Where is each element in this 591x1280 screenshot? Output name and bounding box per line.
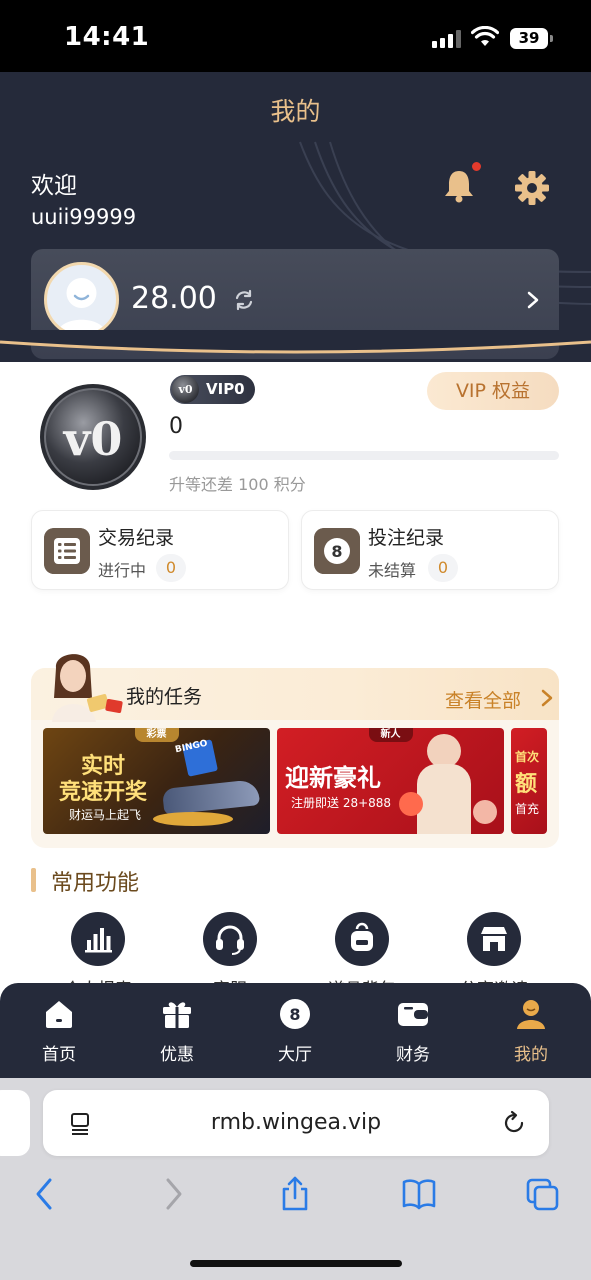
balance-amount: 28.00 <box>131 281 217 316</box>
vip-badge-label: VIP0 <box>206 380 245 398</box>
user-icon <box>517 1000 545 1029</box>
ball-8-icon: 8 <box>280 999 310 1029</box>
status-bar: 14:41 39 <box>0 0 591 72</box>
forward-arrow-icon[interactable] <box>156 1176 190 1212</box>
page-title: 我的 <box>270 97 321 126</box>
chart-bar-icon[interactable] <box>71 912 125 966</box>
record-status: 进行中 <box>98 561 147 580</box>
url-text: rmb.wingea.vip <box>210 1110 382 1135</box>
model-image <box>427 734 461 768</box>
cellular-signal-icon <box>432 30 462 48</box>
transaction-records-card[interactable]: 交易纪录 进行中 0 <box>31 510 289 590</box>
coins-image <box>153 812 233 826</box>
home-indicator <box>190 1260 402 1267</box>
home-icon <box>46 1001 72 1028</box>
toy-figure-image <box>473 800 497 824</box>
wifi-icon <box>471 26 499 46</box>
gift-icon <box>163 1002 191 1028</box>
address-bar[interactable]: rmb.wingea.vip <box>43 1090 549 1156</box>
record-count: 0 <box>428 554 458 582</box>
svg-text:8: 8 <box>289 1005 300 1024</box>
tabs-overview-icon[interactable] <box>526 1176 560 1212</box>
header-curve <box>0 330 591 354</box>
reload-icon[interactable] <box>501 1110 527 1136</box>
bet-records-card[interactable]: 8 投注纪录 未结算 0 <box>301 510 559 590</box>
shop-icon[interactable] <box>467 912 521 966</box>
tab-finance[interactable]: 财务 <box>354 983 472 1078</box>
vip-points: 0 <box>169 414 183 439</box>
record-status: 未结算 <box>368 561 417 580</box>
vip-progress-bar <box>169 451 559 460</box>
model-image <box>417 764 471 834</box>
tab-promotions[interactable]: 优惠 <box>118 983 236 1078</box>
vip-mini-coin: v0 <box>172 376 199 403</box>
tab-home[interactable]: 首页 <box>0 983 118 1078</box>
notification-dot <box>470 160 483 173</box>
wallet-icon <box>398 1003 428 1026</box>
vip-level-badge: v0 VIP0 <box>170 375 255 404</box>
svg-text:8: 8 <box>331 542 342 561</box>
chevron-right-icon[interactable] <box>541 689 553 707</box>
backpack-icon[interactable] <box>335 912 389 966</box>
vip-benefits-button[interactable]: VIP 权益 <box>427 372 559 410</box>
list-icon <box>44 528 90 574</box>
coin-text: v0 <box>63 412 123 466</box>
bell-icon[interactable] <box>442 168 476 204</box>
battery-indicator: 39 <box>510 28 553 49</box>
settings-gear-icon[interactable] <box>514 170 550 206</box>
task-banner-new-user[interactable]: 新人 迎新豪礼 注册即送 28+888 <box>277 728 504 834</box>
common-functions-title: 常用功能 <box>51 871 140 896</box>
tab-mine[interactable]: 我的 <box>472 983 590 1078</box>
mascot-image <box>52 654 123 722</box>
back-arrow-icon[interactable] <box>28 1176 62 1212</box>
section-accent-bar <box>31 868 36 892</box>
tab-lobby[interactable]: 8 大厅 <box>236 983 354 1078</box>
record-count: 0 <box>156 554 186 582</box>
headset-icon[interactable] <box>203 912 257 966</box>
race-car-image <box>161 779 261 815</box>
bookmarks-icon[interactable] <box>402 1176 436 1212</box>
task-banner-first-deposit[interactable]: 首次 额 首充 <box>511 728 547 834</box>
username: uuii99999 <box>31 205 137 229</box>
avatar[interactable] <box>44 262 119 337</box>
record-title: 交易纪录 <box>98 527 175 549</box>
welcome-text: 欢迎 <box>31 173 77 199</box>
task-banner-lottery[interactable]: 彩票 实时 竞速开奖 财运马上起飞 BINGO <box>43 728 270 834</box>
vip-level-coin: v0 <box>40 384 146 490</box>
toy-figure-image <box>399 792 423 816</box>
bottom-tab-bar: 首页 优惠 8 大厅 财务 我的 <box>0 983 591 1078</box>
record-title: 投注纪录 <box>368 527 445 549</box>
previous-tab-preview[interactable] <box>0 1090 30 1156</box>
share-icon[interactable] <box>278 1176 312 1212</box>
vip-upgrade-hint: 升等还差 100 积分 <box>169 475 306 494</box>
chevron-right-icon[interactable] <box>526 291 540 309</box>
view-all-link[interactable]: 查看全部 <box>445 686 521 713</box>
status-time: 14:41 <box>64 22 150 52</box>
browser-toolbar: rmb.wingea.vip <box>0 1078 591 1280</box>
tasks-title: 我的任务 <box>126 686 203 708</box>
profile-header: 我的 欢迎 uuii99999 28.00 <box>0 72 591 362</box>
refresh-icon[interactable] <box>233 289 255 311</box>
ball-8-icon: 8 <box>314 528 360 574</box>
